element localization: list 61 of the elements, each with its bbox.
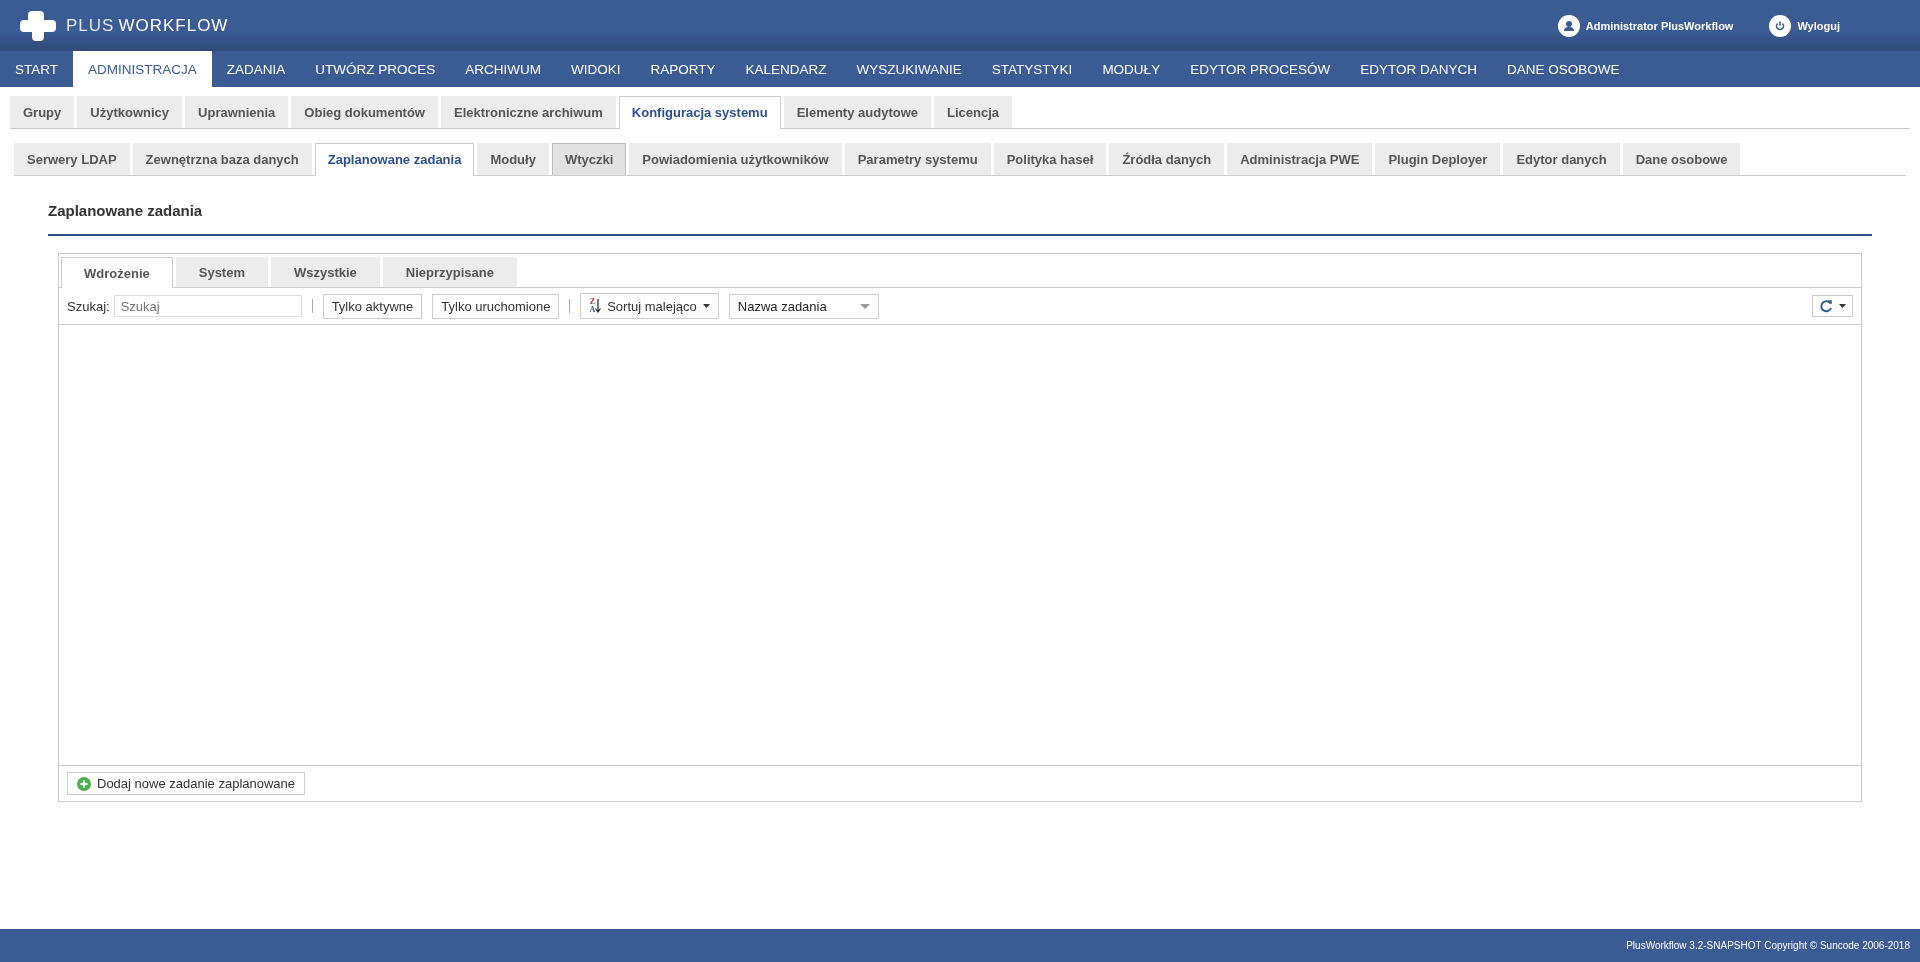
tab[interactable]: Obieg dokumentów bbox=[291, 96, 438, 128]
tab[interactable]: Uprawnienia bbox=[185, 96, 289, 128]
tab[interactable]: Administracja PWE bbox=[1227, 143, 1373, 175]
logout-link[interactable]: Wyloguj bbox=[1797, 19, 1840, 32]
tab[interactable]: Zaplanowane zadania bbox=[314, 143, 475, 176]
menu-item[interactable]: WIDOKI bbox=[556, 51, 636, 87]
caret-icon bbox=[1839, 304, 1846, 308]
tab[interactable]: Moduły bbox=[477, 143, 549, 175]
tab[interactable]: Serwery LDAP bbox=[14, 143, 130, 175]
logo-text: PLUS bbox=[66, 15, 115, 36]
menu-item[interactable]: RAPORTY bbox=[635, 51, 731, 87]
refresh-button[interactable] bbox=[1812, 295, 1853, 317]
logo-icon bbox=[20, 9, 56, 42]
sort-field-dropdown[interactable]: Nazwa zadania bbox=[728, 293, 879, 319]
menu-item[interactable]: ZADANIA bbox=[211, 51, 301, 87]
tab[interactable]: Wszystkie bbox=[271, 257, 380, 287]
sort-button[interactable]: Z A Sortuj malejąco bbox=[580, 293, 719, 319]
tab[interactable]: Elementy audytowe bbox=[783, 96, 931, 128]
add-task-button[interactable]: Dodaj nowe zadanie zaplanowane bbox=[67, 772, 306, 795]
tab[interactable]: Elektroniczne archiwum bbox=[440, 96, 616, 128]
tab[interactable]: Grupy bbox=[10, 96, 75, 128]
menu-item[interactable]: KALENDARZ bbox=[730, 51, 842, 87]
tab[interactable]: Nieprzypisane bbox=[382, 257, 517, 287]
tab[interactable]: Dane osobowe bbox=[1622, 143, 1741, 175]
tab[interactable]: System bbox=[175, 257, 268, 287]
tab[interactable]: Użytkownicy bbox=[77, 96, 183, 128]
menu-item[interactable]: ARCHIWUM bbox=[450, 51, 557, 87]
tab[interactable]: Licencja bbox=[934, 96, 1013, 128]
menu-item[interactable]: EDYTOR DANYCH bbox=[1345, 51, 1492, 87]
filter-button[interactable]: Tylko uruchomione bbox=[432, 293, 560, 319]
tab[interactable]: Powiadomienia użytkowników bbox=[629, 143, 842, 175]
menu-item[interactable]: ADMINISTRACJA bbox=[73, 51, 212, 87]
menu-item[interactable]: MODUŁY bbox=[1087, 51, 1176, 87]
menu-item[interactable]: START bbox=[0, 51, 73, 87]
search-label: Szukaj: bbox=[67, 298, 110, 314]
logo-text: WORKFLOW bbox=[118, 15, 229, 36]
tab[interactable]: Plugin Deployer bbox=[1375, 143, 1501, 175]
caret-icon bbox=[859, 303, 870, 309]
user-link[interactable]: Administrator PlusWorkflow bbox=[1585, 19, 1734, 32]
tab[interactable]: Parametry systemu bbox=[844, 143, 991, 175]
plus-circle-icon bbox=[77, 776, 91, 791]
menu-item[interactable]: DANE OSOBOWE bbox=[1491, 51, 1635, 87]
power-icon bbox=[1769, 14, 1792, 37]
copyright-text: PlusWorkflow 3.2-SNAPSHOT Copyright © Suncode 2006-2018 bbox=[1626, 940, 1910, 951]
tab[interactable]: Konfiguracja systemu bbox=[618, 96, 781, 129]
menu-item[interactable]: UTWÓRZ PROCES bbox=[300, 51, 451, 87]
section-title: Zaplanowane zadania bbox=[48, 202, 1872, 236]
menu-item[interactable]: STATYSTYKI bbox=[976, 51, 1088, 87]
menu-item[interactable]: EDYTOR PROCESÓW bbox=[1175, 51, 1346, 87]
search-field[interactable]: Szukaj bbox=[113, 295, 302, 317]
user-icon bbox=[1557, 14, 1580, 37]
filter-button[interactable]: Tylko aktywne bbox=[322, 293, 423, 319]
caret-icon bbox=[702, 304, 710, 308]
tab[interactable]: Wdrożenie bbox=[61, 257, 173, 288]
tab[interactable]: Źródła danych bbox=[1109, 143, 1225, 175]
refresh-icon bbox=[1819, 299, 1833, 313]
tab[interactable]: Polityka haseł bbox=[993, 143, 1107, 175]
tab[interactable]: Wtyczki bbox=[551, 143, 627, 175]
tab[interactable]: Edytor danych bbox=[1503, 143, 1620, 175]
menu-item[interactable]: WYSZUKIWANIE bbox=[841, 51, 977, 87]
tab[interactable]: Zewnętrzna baza danych bbox=[132, 143, 312, 175]
